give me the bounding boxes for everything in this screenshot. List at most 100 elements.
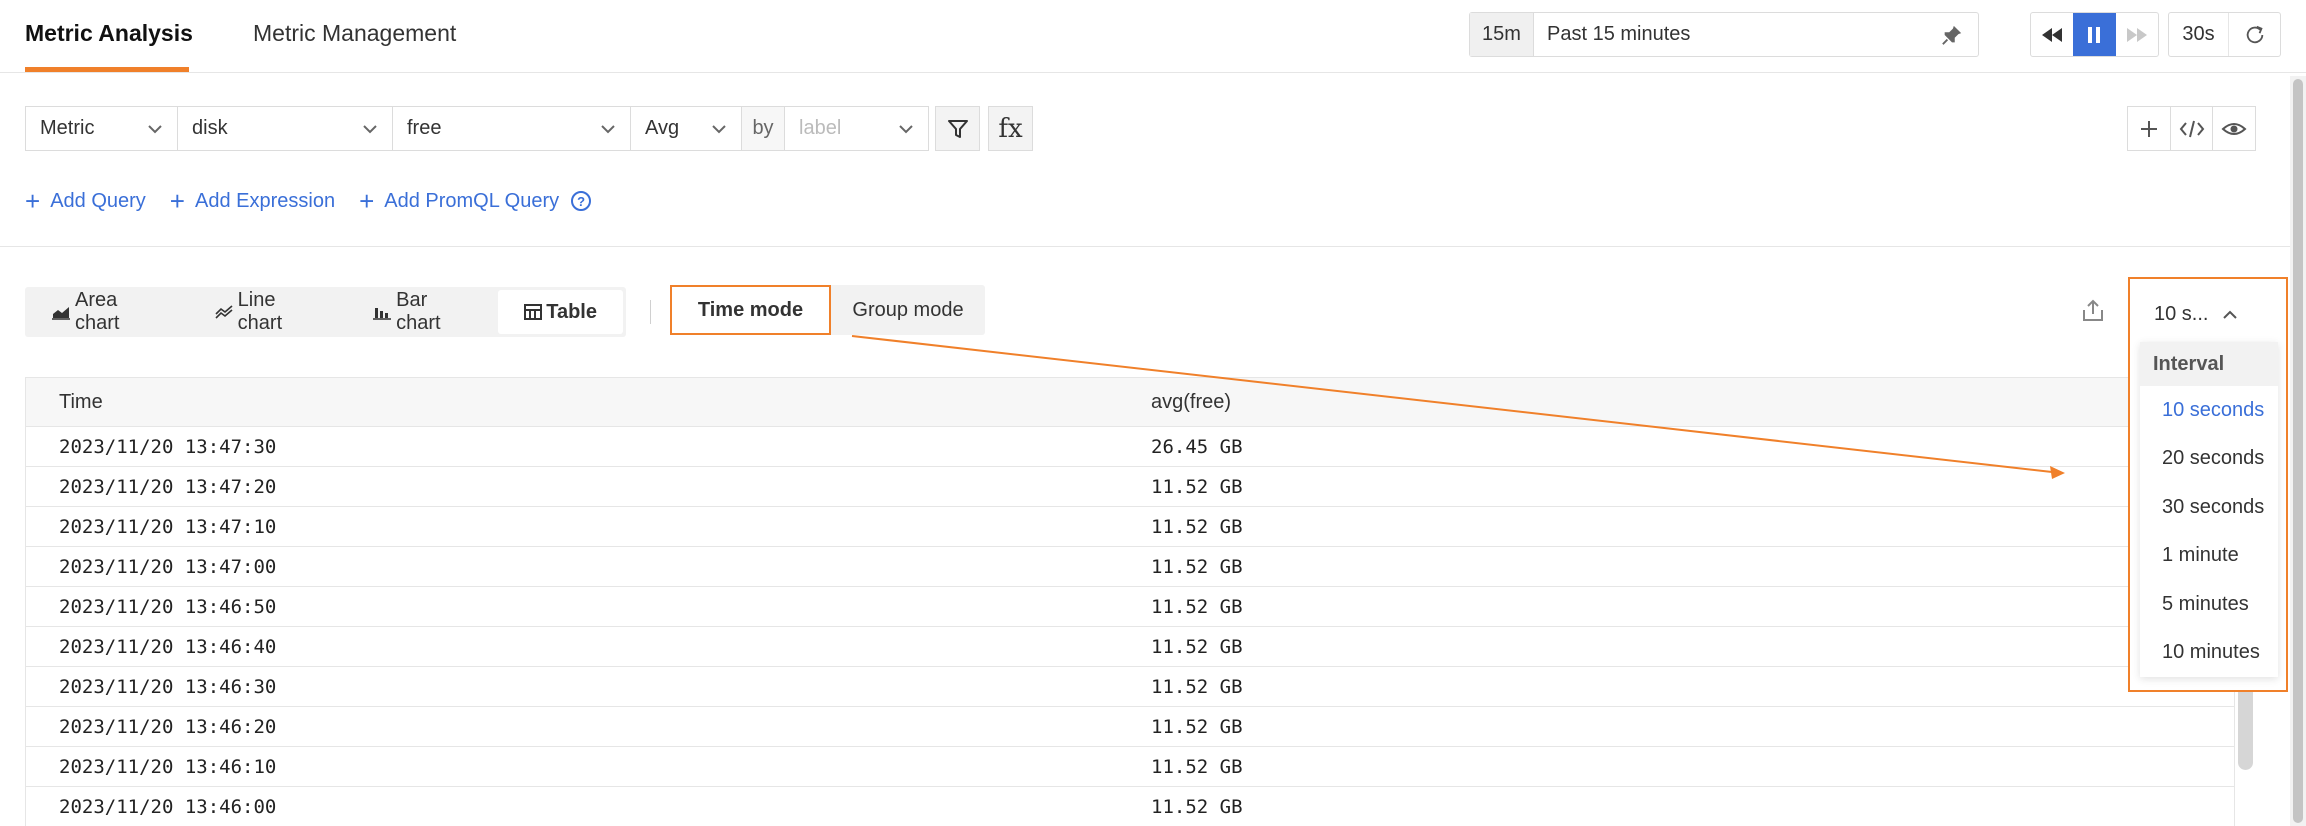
line-chart-icon	[214, 304, 234, 320]
tab-metric-management[interactable]: Metric Management	[253, 20, 456, 47]
chevron-up-icon	[2222, 303, 2238, 326]
query-type-select[interactable]: Metric	[25, 106, 178, 151]
aggregation-select[interactable]: Avg	[630, 106, 742, 151]
table-row: 2023/11/20 13:46:10 11.52 GB	[26, 747, 2234, 787]
field-value: free	[407, 117, 442, 139]
page-scrollbar-thumb[interactable]	[2293, 79, 2303, 823]
value-cell: 11.52 GB	[1151, 716, 1243, 738]
time-range-badge: 15m	[1470, 13, 1534, 56]
chevron-down-icon	[711, 117, 727, 140]
interval-dropdown[interactable]: 10 s... Interval 10 seconds 20 seconds 3…	[2128, 277, 2288, 692]
table-row: 2023/11/20 13:46:50 11.52 GB	[26, 587, 2234, 627]
group-by-select[interactable]: label	[784, 106, 929, 151]
add-icon[interactable]	[2128, 107, 2171, 150]
code-icon[interactable]	[2171, 107, 2214, 150]
line-chart-label: Line chart	[237, 289, 283, 334]
add-query-link[interactable]: + Add Query	[25, 188, 146, 214]
metric-value: disk	[192, 117, 228, 139]
value-cell: 11.52 GB	[1151, 796, 1243, 818]
eye-icon[interactable]	[2213, 107, 2255, 150]
metric-select[interactable]: disk	[177, 106, 393, 151]
aggregation-value: Avg	[645, 117, 680, 139]
column-header-avg-free[interactable]: avg(free)	[1151, 391, 1231, 414]
add-promql-link[interactable]: + Add PromQL Query ?	[359, 186, 592, 216]
add-expression-label: Add Expression	[194, 189, 336, 212]
area-chart-icon	[51, 304, 71, 320]
help-icon[interactable]: ?	[571, 191, 592, 211]
group-by-placeholder: label	[799, 117, 842, 139]
value-cell: 11.52 GB	[1151, 676, 1243, 698]
time-range-picker[interactable]: 15m Past 15 minutes	[1469, 12, 1979, 57]
active-tab-indicator	[25, 67, 189, 72]
table-button[interactable]: Table	[498, 290, 623, 334]
time-cell: 2023/11/20 13:47:30	[59, 436, 277, 458]
group-mode-button[interactable]: Group mode	[831, 285, 985, 335]
interval-menu-title: Interval	[2140, 342, 2278, 386]
table-label: Table	[546, 300, 597, 323]
table-row: 2023/11/20 13:46:00 11.52 GB	[26, 787, 2234, 826]
interval-option-1-minute[interactable]: 1 minute	[2140, 532, 2278, 581]
interval-option-5-minutes[interactable]: 5 minutes	[2140, 580, 2278, 629]
value-cell: 11.52 GB	[1151, 636, 1243, 658]
table-row: 2023/11/20 13:47:00 11.52 GB	[26, 547, 2234, 587]
time-cell: 2023/11/20 13:47:10	[59, 516, 277, 538]
time-cell: 2023/11/20 13:47:00	[59, 556, 277, 578]
section-divider	[0, 246, 2290, 247]
table-row: 2023/11/20 13:46:30 11.52 GB	[26, 667, 2234, 707]
value-cell: 11.52 GB	[1151, 556, 1243, 578]
export-icon[interactable]	[2080, 298, 2106, 329]
table-row: 2023/11/20 13:46:20 11.52 GB	[26, 707, 2234, 747]
time-cell: 2023/11/20 13:46:00	[59, 796, 277, 818]
function-button[interactable]: fx	[988, 106, 1033, 151]
area-chart-button[interactable]: Area chart	[25, 289, 188, 334]
fast-forward-icon[interactable]	[2116, 13, 2158, 56]
time-cell: 2023/11/20 13:46:20	[59, 716, 277, 738]
time-cell: 2023/11/20 13:46:30	[59, 676, 277, 698]
time-range-label[interactable]: Past 15 minutes	[1534, 13, 1926, 56]
line-chart-button[interactable]: Line chart	[188, 289, 346, 334]
interval-select[interactable]: 10 s...	[2130, 279, 2286, 349]
chart-type-switcher: Area chart Line chart Bar chart Table	[25, 287, 626, 337]
time-cell: 2023/11/20 13:47:20	[59, 476, 277, 498]
plus-icon: +	[169, 186, 185, 216]
add-expression-link[interactable]: + Add Expression	[170, 188, 335, 214]
by-label: by	[741, 106, 785, 151]
table-icon	[524, 304, 543, 320]
filter-icon[interactable]	[935, 106, 980, 151]
refresh-icon[interactable]	[2229, 24, 2280, 46]
table-row: 2023/11/20 13:47:20 11.52 GB	[26, 467, 2234, 507]
chevron-down-icon	[147, 117, 163, 140]
add-actions: + Add Query + Add Expression + Add PromQ…	[25, 188, 615, 214]
tab-metric-analysis[interactable]: Metric Analysis	[25, 20, 193, 47]
toolbar-separator	[650, 300, 651, 324]
query-tools	[2127, 106, 2256, 151]
refresh-interval[interactable]: 30s	[2169, 13, 2229, 56]
chevron-down-icon	[600, 117, 616, 140]
value-cell: 26.45 GB	[1151, 436, 1243, 458]
table-row: 2023/11/20 13:47:30 26.45 GB	[26, 427, 2234, 467]
rewind-icon[interactable]	[2031, 13, 2073, 56]
chevron-down-icon	[362, 117, 378, 140]
time-cell: 2023/11/20 13:46:50	[59, 596, 277, 618]
chevron-down-icon	[898, 117, 914, 140]
pin-icon[interactable]	[1926, 13, 1978, 56]
interval-option-20-seconds[interactable]: 20 seconds	[2140, 435, 2278, 484]
value-cell: 11.52 GB	[1151, 596, 1243, 618]
display-mode-switcher: Time mode Group mode	[670, 285, 985, 335]
field-select[interactable]: free	[392, 106, 631, 151]
interval-option-10-seconds[interactable]: 10 seconds	[2140, 386, 2278, 435]
bar-chart-button[interactable]: Bar chart	[346, 289, 498, 334]
table-row: 2023/11/20 13:46:40 11.52 GB	[26, 627, 2234, 667]
query-type-value: Metric	[40, 117, 95, 139]
interval-option-30-seconds[interactable]: 30 seconds	[2140, 483, 2278, 532]
playback-controls	[2030, 12, 2159, 57]
time-cell: 2023/11/20 13:46:10	[59, 756, 277, 778]
page-scrollbar[interactable]	[2290, 76, 2306, 826]
auto-refresh-control[interactable]: 30s	[2168, 12, 2281, 57]
plus-icon: +	[359, 186, 375, 216]
pause-icon[interactable]	[2073, 13, 2116, 56]
time-mode-button[interactable]: Time mode	[670, 285, 831, 335]
interval-option-10-minutes[interactable]: 10 minutes	[2140, 629, 2278, 678]
column-header-time[interactable]: Time	[59, 391, 103, 414]
value-cell: 11.52 GB	[1151, 476, 1243, 498]
